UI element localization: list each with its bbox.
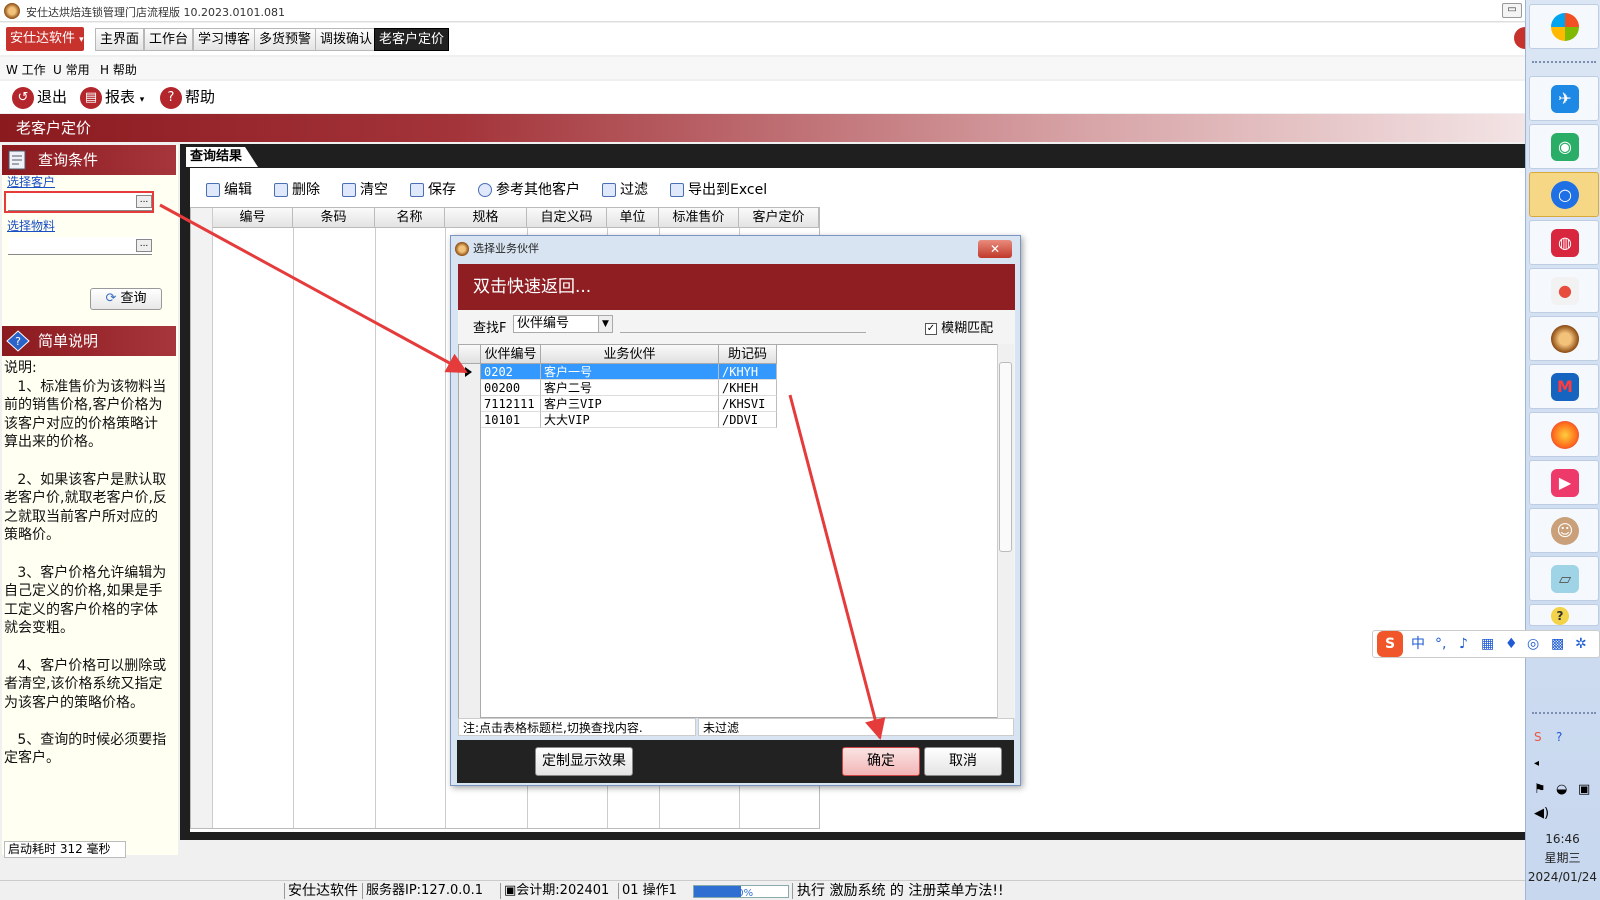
status-bar: 安仕达软件 服务器IP:127.0.0.1 ▣会计期:202401 01 操作1… — [0, 880, 1525, 900]
tray-expand-icon[interactable]: ◂ — [1534, 758, 1539, 769]
dock-item-search[interactable]: ○ — [1529, 172, 1599, 217]
firefox-icon — [1551, 421, 1579, 449]
windows-logo-icon — [1551, 13, 1579, 41]
settings-icon[interactable]: ✲ — [1575, 631, 1587, 657]
divider — [618, 883, 619, 899]
bakery-logo-icon — [1551, 325, 1579, 353]
dock-item-firefox[interactable] — [1529, 412, 1599, 457]
sogou-tray-icon[interactable]: S — [1534, 730, 1542, 744]
dock-item-wechat[interactable]: ◉ — [1529, 124, 1599, 169]
windows-start-button[interactable] — [1529, 4, 1599, 49]
dock-item-video[interactable]: ▶ — [1529, 460, 1599, 505]
dock-item-bakery[interactable] — [1529, 316, 1599, 361]
avatar-icon: ☺ — [1551, 517, 1579, 545]
status-server: 服务器IP:127.0.0.1 — [366, 883, 484, 898]
play-icon: ▶ — [1551, 469, 1579, 497]
ime-language-toggle[interactable]: 中 — [1411, 631, 1425, 657]
game-icon[interactable]: ◎ — [1527, 631, 1539, 657]
divider — [500, 883, 501, 899]
skin-icon[interactable]: ♦ — [1505, 631, 1518, 657]
dock-item-notes[interactable]: ▱ — [1529, 556, 1599, 601]
keyboard-icon[interactable]: ▦ — [1481, 631, 1494, 657]
status-message: 执行 激励系统 的 注册菜单方法!! — [797, 883, 1004, 899]
annotation-arrows — [159, 203, 886, 741]
ime-punctuation-toggle[interactable]: °, — [1435, 631, 1446, 657]
quick-launch-dock: ✈ ◉ ○ ◍ ● M ▶ ☺ ▱ ? S ? ◂ ⚑ ◒ ▣ ◀) — [1525, 0, 1600, 900]
clock-time: 16:46 — [1545, 832, 1580, 846]
sogou-logo-icon[interactable]: S — [1377, 631, 1403, 657]
dock-item-m-app[interactable]: M — [1529, 364, 1599, 409]
qq-icon[interactable]: ◒ — [1556, 782, 1567, 797]
clock[interactable]: 16:46 星期三 2024/01/24 — [1525, 830, 1600, 887]
divider — [792, 883, 793, 899]
clock-date: 2024/01/24 — [1527, 870, 1598, 884]
dock-item-help[interactable]: ? — [1529, 604, 1599, 626]
divider — [284, 883, 285, 899]
clock-weekday: 星期三 — [1544, 851, 1581, 865]
dock-item-messenger[interactable]: ✈ — [1529, 76, 1599, 121]
status-period: ▣会计期:202401 — [504, 881, 609, 900]
status-brand: 安仕达软件 — [288, 883, 358, 899]
microphone-icon[interactable]: ♪ — [1459, 631, 1468, 657]
apps-grid-icon[interactable]: ▩ — [1551, 631, 1564, 657]
dock-grip — [1532, 61, 1596, 65]
flag-icon[interactable]: ⚑ — [1534, 782, 1546, 797]
search-icon: ○ — [1551, 181, 1579, 209]
help-icon: ? — [1551, 607, 1569, 625]
volume-icon[interactable]: ◀) — [1534, 806, 1549, 821]
dock-item-browser[interactable]: ◍ — [1529, 220, 1599, 265]
arrow-to-first-row — [159, 203, 468, 374]
wechat-icon: ◉ — [1551, 133, 1579, 161]
network-icon[interactable]: ▣ — [1578, 782, 1590, 797]
progress-bar: 50% — [693, 885, 789, 899]
messenger-icon: ✈ — [1551, 85, 1579, 113]
arrow-to-ok-button — [788, 394, 886, 741]
ime-toolbar: S 中 °, ♪ ▦ ♦ ◎ ▩ ✲ — [1372, 630, 1600, 658]
apple-icon: ● — [1551, 277, 1579, 305]
calendar-icon: ▣ — [504, 883, 517, 898]
notebook-icon: ▱ — [1551, 565, 1579, 593]
dock-item-apple[interactable]: ● — [1529, 268, 1599, 313]
status-period-value: 会计期:202401 — [516, 883, 610, 898]
help-tray-icon[interactable]: ? — [1556, 730, 1562, 744]
progress-text: 50% — [730, 888, 754, 899]
globe-icon: ◍ — [1551, 229, 1579, 257]
dock-item-avatar[interactable]: ☺ — [1529, 508, 1599, 553]
divider — [362, 883, 363, 899]
dock-grip — [1532, 712, 1596, 716]
status-operator: 01 操作1 — [622, 883, 677, 898]
m-logo-icon: M — [1551, 373, 1579, 401]
